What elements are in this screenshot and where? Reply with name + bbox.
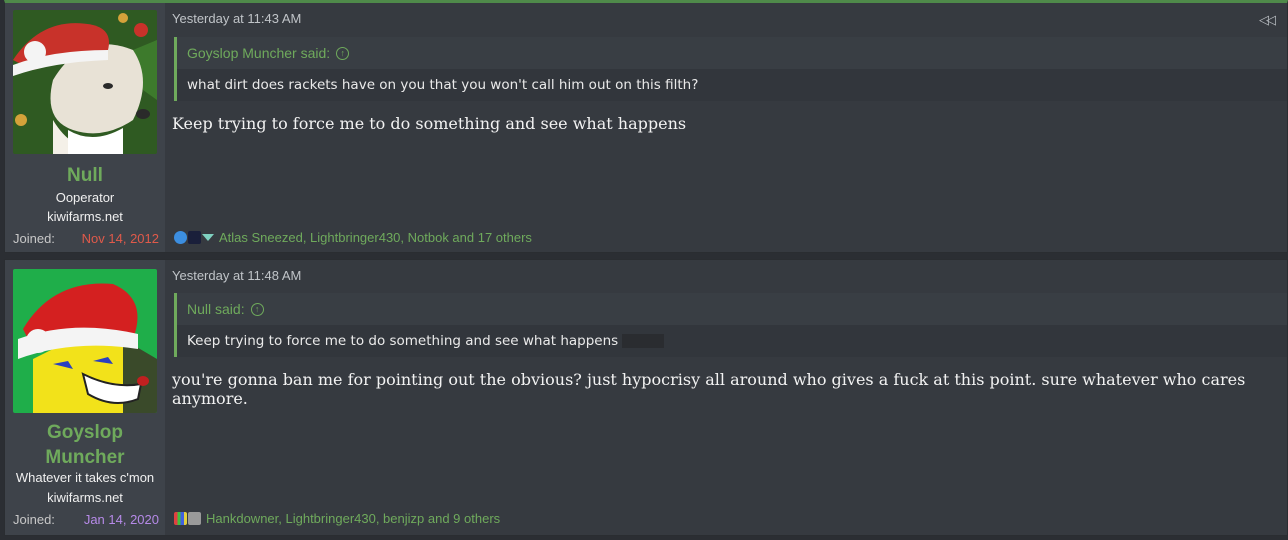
joined-date: Nov 14, 2012 (81, 231, 159, 246)
redacted-block (622, 334, 665, 348)
joined-row: Joined: Nov 14, 2012 (13, 231, 159, 246)
user-cell: Null Ooperator kiwifarms.net Joined: Nov… (5, 3, 165, 252)
arrow-up-circle-icon[interactable]: ↑ (250, 302, 264, 316)
reactions-bar[interactable]: Hankdowner, Lightbringer430, benjizp and… (174, 511, 500, 526)
joined-label: Joined: (13, 231, 55, 246)
quote-header[interactable]: Goyslop Muncher said: ↑ (177, 37, 1287, 69)
post-body: you're gonna ban me for pointing out the… (172, 370, 1246, 408)
thumbs-up-icon (174, 231, 187, 244)
quote-author[interactable]: Null said: (187, 301, 245, 317)
joined-date: Jan 14, 2020 (83, 512, 159, 527)
joined-row: Joined: Jan 14, 2020 (13, 512, 159, 527)
joined-label: Joined: (13, 512, 55, 527)
cocktail-icon (202, 234, 214, 241)
post-timestamp[interactable]: Yesterday at 11:43 AM (172, 11, 301, 26)
username[interactable]: Null (5, 163, 165, 188)
user-site: kiwifarms.net (47, 209, 123, 224)
avatar[interactable] (13, 269, 157, 413)
user-title: Ooperator (55, 190, 115, 205)
avatar[interactable] (13, 10, 157, 154)
quote-block: Goyslop Muncher said: ↑ what dirt does r… (174, 37, 1287, 101)
post-main: Yesterday at 11:43 AM ◁◁ Goyslop Muncher… (172, 3, 1287, 252)
post-main: Yesterday at 11:48 AM Null said: ↑ Keep … (172, 260, 1287, 535)
post-timestamp[interactable]: Yesterday at 11:48 AM (172, 268, 301, 283)
post: Goyslop Muncher Whatever it takes c'mon … (4, 259, 1288, 536)
thread: Null Ooperator kiwifarms.net Joined: Nov… (0, 0, 1288, 540)
post-body: Keep trying to force me to do something … (172, 114, 687, 133)
quote-text: Keep trying to force me to do something … (187, 333, 619, 349)
top-hat-icon (188, 231, 201, 244)
reactions-bar[interactable]: Atlas Sneezed, Lightbringer430, Notbok a… (174, 230, 532, 245)
user-site: kiwifarms.net (47, 490, 123, 505)
reactions-text[interactable]: Atlas Sneezed, Lightbringer430, Notbok a… (219, 230, 532, 245)
post: Null Ooperator kiwifarms.net Joined: Nov… (4, 0, 1288, 253)
username-line2[interactable]: Muncher (5, 445, 165, 470)
username-line1[interactable]: Goyslop (5, 420, 165, 445)
quote-header[interactable]: Null said: ↑ (177, 293, 1287, 325)
reactions-text[interactable]: Hankdowner, Lightbringer430, benjizp and… (206, 511, 500, 526)
quote-author[interactable]: Goyslop Muncher said: (187, 45, 330, 61)
winner-icon (188, 512, 201, 525)
puzzle-icon (174, 512, 187, 525)
quote-block: Null said: ↑ Keep trying to force me to … (174, 293, 1287, 357)
quote-text: what dirt does rackets have on you that … (187, 77, 699, 93)
rewind-icon[interactable]: ◁◁ (1259, 12, 1276, 28)
arrow-up-circle-icon[interactable]: ↑ (336, 46, 350, 60)
user-title: Whatever it takes c'mon (15, 470, 155, 485)
quote-body-row: Keep trying to force me to do something … (177, 325, 1287, 357)
user-cell: Goyslop Muncher Whatever it takes c'mon … (5, 260, 165, 535)
